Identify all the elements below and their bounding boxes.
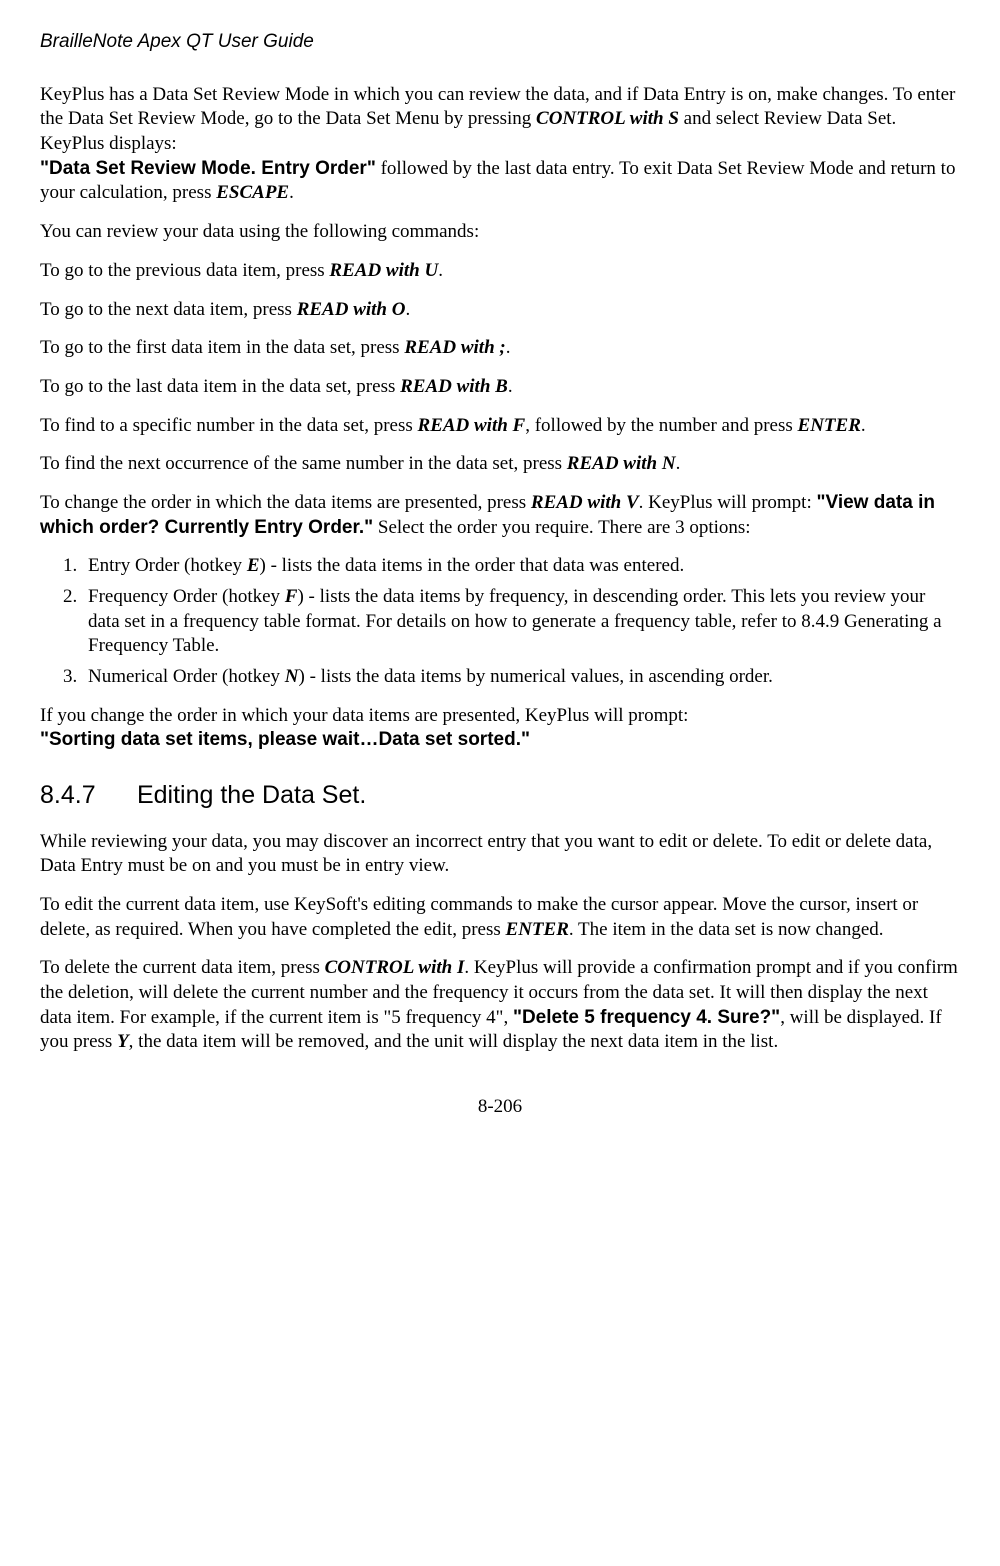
list-item: Entry Order (hotkey E) - lists the data … (82, 554, 960, 579)
text: To find the next occurrence of the same … (40, 453, 567, 474)
key-combo: ENTER (506, 919, 569, 940)
text: , followed by the number and press (525, 415, 797, 436)
page-header: BrailleNote Apex QT User Guide (40, 30, 960, 55)
text: To go to the first data item in the data… (40, 337, 404, 358)
key-combo: READ with U (329, 260, 438, 281)
section-heading: 8.4.7 Editing the Data Set. (40, 779, 960, 812)
text: Entry Order (hotkey (88, 555, 247, 576)
prompt-text: "Sorting data set items, please wait…Dat… (40, 729, 530, 750)
text: To go to the previous data item, press (40, 260, 329, 281)
text: Select the order you require. There are … (373, 517, 750, 538)
text: , the data item will be removed, and the… (129, 1031, 779, 1052)
text: . The item in the data set is now change… (569, 919, 884, 940)
text: To go to the last data item in the data … (40, 376, 400, 397)
key-combo: ESCAPE (216, 182, 289, 203)
text: To go to the next data item, press (40, 299, 297, 320)
ordered-list: Entry Order (hotkey E) - lists the data … (40, 554, 960, 689)
paragraph-intro: KeyPlus has a Data Set Review Mode in wh… (40, 83, 960, 206)
paragraph: To delete the current data item, press C… (40, 956, 960, 1055)
hotkey: E (247, 555, 260, 576)
key-combo: CONTROL with S (536, 108, 679, 129)
paragraph: To go to the first data item in the data… (40, 336, 960, 361)
paragraph: To change the order in which the data it… (40, 491, 960, 540)
text: To find to a specific number in the data… (40, 415, 418, 436)
text: . (405, 299, 410, 320)
paragraph: While reviewing your data, you may disco… (40, 830, 960, 879)
text: To change the order in which the data it… (40, 492, 531, 513)
text: . (506, 337, 511, 358)
section-number: 8.4.7 (40, 779, 130, 812)
text: . (438, 260, 443, 281)
text: . (289, 182, 294, 203)
key-combo: READ with V (531, 492, 639, 513)
key-combo: READ with O (297, 299, 406, 320)
text: . (861, 415, 866, 436)
paragraph: To edit the current data item, use KeySo… (40, 893, 960, 942)
key-combo: READ with F (418, 415, 526, 436)
list-item: Numerical Order (hotkey N) - lists the d… (82, 665, 960, 690)
paragraph: If you change the order in which your da… (40, 704, 960, 753)
key-combo: READ with B (400, 376, 508, 397)
hotkey: N (285, 666, 299, 687)
text: To delete the current data item, press (40, 957, 325, 978)
prompt-text: "Delete 5 frequency 4. Sure?" (513, 1007, 780, 1028)
key-combo: READ with ; (404, 337, 505, 358)
paragraph: To go to the last data item in the data … (40, 375, 960, 400)
text: Frequency Order (hotkey (88, 586, 285, 607)
text: If you change the order in which your da… (40, 705, 688, 726)
text: . (676, 453, 681, 474)
paragraph: To go to the next data item, press READ … (40, 298, 960, 323)
hotkey: Y (117, 1031, 129, 1052)
paragraph: You can review your data using the follo… (40, 220, 960, 245)
prompt-text: "Data Set Review Mode. Entry Order" (40, 158, 376, 179)
text: . (508, 376, 513, 397)
key-combo: READ with N (567, 453, 676, 474)
list-item: Frequency Order (hotkey F) - lists the d… (82, 585, 960, 659)
paragraph: To go to the previous data item, press R… (40, 259, 960, 284)
text: Numerical Order (hotkey (88, 666, 285, 687)
page-number: 8-206 (40, 1095, 960, 1120)
text: ) - lists the data items in the order th… (260, 555, 685, 576)
hotkey: F (285, 586, 298, 607)
paragraph: To find the next occurrence of the same … (40, 452, 960, 477)
paragraph: To find to a specific number in the data… (40, 414, 960, 439)
text: . KeyPlus will prompt: (639, 492, 817, 513)
key-combo: ENTER (798, 415, 861, 436)
section-title: Editing the Data Set. (137, 781, 366, 809)
text: ) - lists the data items by numerical va… (299, 666, 773, 687)
key-combo: CONTROL with I (325, 957, 465, 978)
